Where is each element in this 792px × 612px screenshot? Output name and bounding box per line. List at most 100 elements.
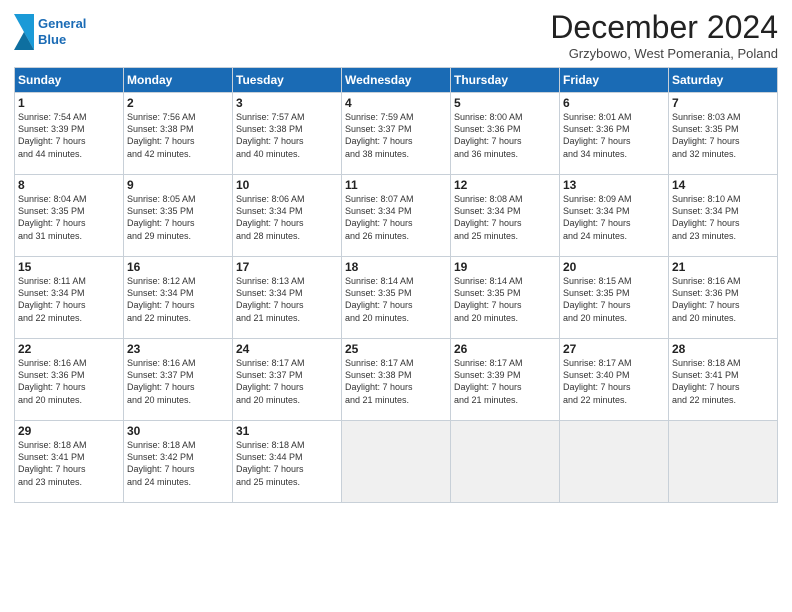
calendar-cell: 2Sunrise: 7:56 AM Sunset: 3:38 PM Daylig…	[124, 93, 233, 175]
calendar-cell: 10Sunrise: 8:06 AM Sunset: 3:34 PM Dayli…	[233, 175, 342, 257]
calendar-cell: 5Sunrise: 8:00 AM Sunset: 3:36 PM Daylig…	[451, 93, 560, 175]
day-number: 20	[563, 260, 665, 274]
calendar-cell: 30Sunrise: 8:18 AM Sunset: 3:42 PM Dayli…	[124, 421, 233, 503]
weekday-header-tuesday: Tuesday	[233, 68, 342, 93]
logo-wordmark: General Blue	[38, 16, 86, 47]
calendar-cell	[669, 421, 778, 503]
calendar-cell: 9Sunrise: 8:05 AM Sunset: 3:35 PM Daylig…	[124, 175, 233, 257]
day-info: Sunrise: 8:16 AM Sunset: 3:36 PM Dayligh…	[18, 357, 120, 406]
day-number: 15	[18, 260, 120, 274]
calendar-row-1: 1Sunrise: 7:54 AM Sunset: 3:39 PM Daylig…	[15, 93, 778, 175]
page-container: General Blue December 2024 Grzybowo, Wes…	[0, 0, 792, 509]
day-info: Sunrise: 8:17 AM Sunset: 3:38 PM Dayligh…	[345, 357, 447, 406]
calendar-row-2: 8Sunrise: 8:04 AM Sunset: 3:35 PM Daylig…	[15, 175, 778, 257]
location: Grzybowo, West Pomerania, Poland	[550, 46, 778, 61]
day-number: 29	[18, 424, 120, 438]
calendar-cell: 31Sunrise: 8:18 AM Sunset: 3:44 PM Dayli…	[233, 421, 342, 503]
day-number: 14	[672, 178, 774, 192]
calendar-cell: 13Sunrise: 8:09 AM Sunset: 3:34 PM Dayli…	[560, 175, 669, 257]
day-info: Sunrise: 7:54 AM Sunset: 3:39 PM Dayligh…	[18, 111, 120, 160]
day-info: Sunrise: 8:16 AM Sunset: 3:37 PM Dayligh…	[127, 357, 229, 406]
day-info: Sunrise: 8:18 AM Sunset: 3:42 PM Dayligh…	[127, 439, 229, 488]
day-number: 6	[563, 96, 665, 110]
day-number: 19	[454, 260, 556, 274]
calendar-cell: 12Sunrise: 8:08 AM Sunset: 3:34 PM Dayli…	[451, 175, 560, 257]
calendar-cell: 29Sunrise: 8:18 AM Sunset: 3:41 PM Dayli…	[15, 421, 124, 503]
day-number: 8	[18, 178, 120, 192]
day-info: Sunrise: 8:17 AM Sunset: 3:40 PM Dayligh…	[563, 357, 665, 406]
calendar-cell: 3Sunrise: 7:57 AM Sunset: 3:38 PM Daylig…	[233, 93, 342, 175]
day-number: 5	[454, 96, 556, 110]
day-number: 18	[345, 260, 447, 274]
weekday-header-sunday: Sunday	[15, 68, 124, 93]
calendar-cell	[342, 421, 451, 503]
day-info: Sunrise: 8:00 AM Sunset: 3:36 PM Dayligh…	[454, 111, 556, 160]
calendar-cell: 23Sunrise: 8:16 AM Sunset: 3:37 PM Dayli…	[124, 339, 233, 421]
day-info: Sunrise: 7:59 AM Sunset: 3:37 PM Dayligh…	[345, 111, 447, 160]
calendar-row-4: 22Sunrise: 8:16 AM Sunset: 3:36 PM Dayli…	[15, 339, 778, 421]
calendar-cell: 21Sunrise: 8:16 AM Sunset: 3:36 PM Dayli…	[669, 257, 778, 339]
calendar-cell: 7Sunrise: 8:03 AM Sunset: 3:35 PM Daylig…	[669, 93, 778, 175]
calendar-cell: 26Sunrise: 8:17 AM Sunset: 3:39 PM Dayli…	[451, 339, 560, 421]
calendar-cell: 17Sunrise: 8:13 AM Sunset: 3:34 PM Dayli…	[233, 257, 342, 339]
day-number: 31	[236, 424, 338, 438]
day-number: 9	[127, 178, 229, 192]
day-number: 22	[18, 342, 120, 356]
day-info: Sunrise: 8:18 AM Sunset: 3:41 PM Dayligh…	[18, 439, 120, 488]
day-info: Sunrise: 8:17 AM Sunset: 3:39 PM Dayligh…	[454, 357, 556, 406]
day-info: Sunrise: 8:14 AM Sunset: 3:35 PM Dayligh…	[345, 275, 447, 324]
day-number: 3	[236, 96, 338, 110]
day-info: Sunrise: 8:10 AM Sunset: 3:34 PM Dayligh…	[672, 193, 774, 242]
weekday-header-wednesday: Wednesday	[342, 68, 451, 93]
calendar-row-5: 29Sunrise: 8:18 AM Sunset: 3:41 PM Dayli…	[15, 421, 778, 503]
month-title: December 2024	[550, 10, 778, 45]
weekday-header-row: SundayMondayTuesdayWednesdayThursdayFrid…	[15, 68, 778, 93]
calendar-cell	[560, 421, 669, 503]
calendar-cell: 1Sunrise: 7:54 AM Sunset: 3:39 PM Daylig…	[15, 93, 124, 175]
calendar-cell: 11Sunrise: 8:07 AM Sunset: 3:34 PM Dayli…	[342, 175, 451, 257]
day-number: 17	[236, 260, 338, 274]
day-number: 25	[345, 342, 447, 356]
day-info: Sunrise: 8:01 AM Sunset: 3:36 PM Dayligh…	[563, 111, 665, 160]
weekday-header-thursday: Thursday	[451, 68, 560, 93]
calendar: SundayMondayTuesdayWednesdayThursdayFrid…	[14, 67, 778, 503]
day-number: 27	[563, 342, 665, 356]
day-info: Sunrise: 7:56 AM Sunset: 3:38 PM Dayligh…	[127, 111, 229, 160]
day-number: 30	[127, 424, 229, 438]
calendar-cell: 25Sunrise: 8:17 AM Sunset: 3:38 PM Dayli…	[342, 339, 451, 421]
day-info: Sunrise: 7:57 AM Sunset: 3:38 PM Dayligh…	[236, 111, 338, 160]
weekday-header-monday: Monday	[124, 68, 233, 93]
day-number: 28	[672, 342, 774, 356]
logo-triangle-icon	[14, 14, 34, 50]
calendar-row-3: 15Sunrise: 8:11 AM Sunset: 3:34 PM Dayli…	[15, 257, 778, 339]
calendar-cell: 20Sunrise: 8:15 AM Sunset: 3:35 PM Dayli…	[560, 257, 669, 339]
day-number: 23	[127, 342, 229, 356]
day-info: Sunrise: 8:09 AM Sunset: 3:34 PM Dayligh…	[563, 193, 665, 242]
day-number: 16	[127, 260, 229, 274]
day-info: Sunrise: 8:18 AM Sunset: 3:41 PM Dayligh…	[672, 357, 774, 406]
day-info: Sunrise: 8:03 AM Sunset: 3:35 PM Dayligh…	[672, 111, 774, 160]
calendar-cell: 19Sunrise: 8:14 AM Sunset: 3:35 PM Dayli…	[451, 257, 560, 339]
day-info: Sunrise: 8:05 AM Sunset: 3:35 PM Dayligh…	[127, 193, 229, 242]
day-number: 12	[454, 178, 556, 192]
day-number: 26	[454, 342, 556, 356]
calendar-cell	[451, 421, 560, 503]
calendar-cell: 16Sunrise: 8:12 AM Sunset: 3:34 PM Dayli…	[124, 257, 233, 339]
day-info: Sunrise: 8:07 AM Sunset: 3:34 PM Dayligh…	[345, 193, 447, 242]
calendar-cell: 27Sunrise: 8:17 AM Sunset: 3:40 PM Dayli…	[560, 339, 669, 421]
calendar-cell: 6Sunrise: 8:01 AM Sunset: 3:36 PM Daylig…	[560, 93, 669, 175]
day-number: 13	[563, 178, 665, 192]
day-info: Sunrise: 8:08 AM Sunset: 3:34 PM Dayligh…	[454, 193, 556, 242]
header: General Blue December 2024 Grzybowo, Wes…	[14, 10, 778, 61]
day-number: 1	[18, 96, 120, 110]
day-info: Sunrise: 8:12 AM Sunset: 3:34 PM Dayligh…	[127, 275, 229, 324]
calendar-cell: 24Sunrise: 8:17 AM Sunset: 3:37 PM Dayli…	[233, 339, 342, 421]
day-number: 2	[127, 96, 229, 110]
day-info: Sunrise: 8:04 AM Sunset: 3:35 PM Dayligh…	[18, 193, 120, 242]
day-info: Sunrise: 8:18 AM Sunset: 3:44 PM Dayligh…	[236, 439, 338, 488]
calendar-cell: 4Sunrise: 7:59 AM Sunset: 3:37 PM Daylig…	[342, 93, 451, 175]
weekday-header-saturday: Saturday	[669, 68, 778, 93]
day-info: Sunrise: 8:16 AM Sunset: 3:36 PM Dayligh…	[672, 275, 774, 324]
logo: General Blue	[14, 14, 86, 50]
calendar-cell: 28Sunrise: 8:18 AM Sunset: 3:41 PM Dayli…	[669, 339, 778, 421]
